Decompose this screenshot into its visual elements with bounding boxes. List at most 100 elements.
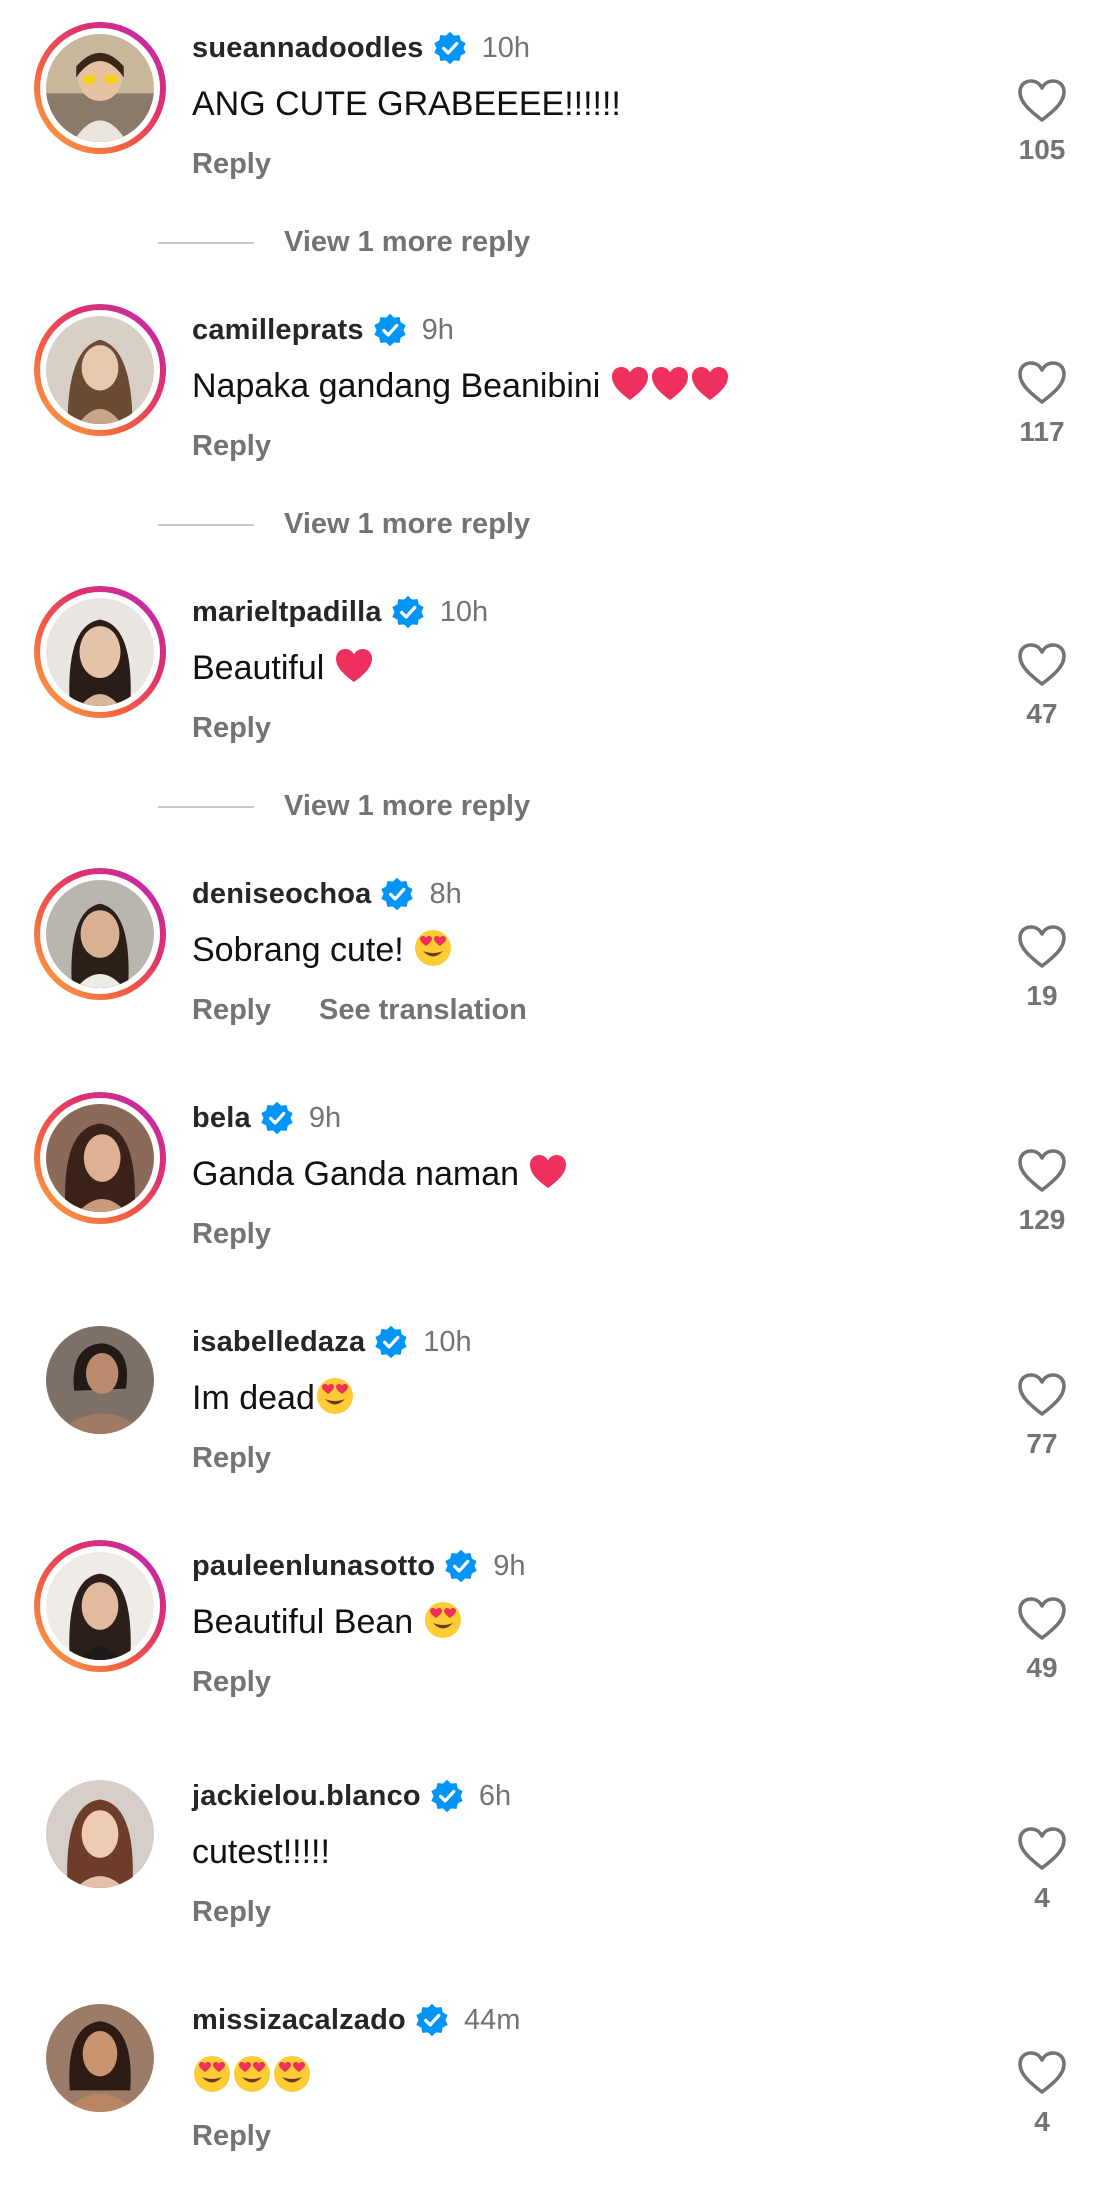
like-button[interactable]: 19: [1010, 924, 1074, 1012]
comment-username[interactable]: missizacalzado: [192, 2004, 406, 2037]
comment-text: Beautiful Bean: [192, 1600, 463, 1644]
comment-text: ANG CUTE GRABEEEE!!!!!!: [192, 82, 621, 126]
reply-button[interactable]: Reply: [192, 712, 271, 745]
avatar[interactable]: [34, 22, 166, 154]
like-button[interactable]: 105: [1010, 78, 1074, 166]
avatar[interactable]: [34, 1540, 166, 1672]
view-more-replies[interactable]: View 1 more reply: [158, 790, 530, 823]
comment-timestamp: 10h: [481, 31, 531, 64]
reply-button[interactable]: Reply: [192, 148, 271, 181]
avatar[interactable]: [34, 1092, 166, 1224]
heart-eyes-emoji-icon: [413, 928, 453, 968]
comment-text-content: Beautiful: [192, 649, 334, 687]
reply-button[interactable]: Reply: [192, 1442, 271, 1475]
like-button[interactable]: 47: [1010, 642, 1074, 730]
reply-button[interactable]: Reply: [192, 1218, 271, 1251]
like-count: 47: [1026, 698, 1058, 729]
comment-username[interactable]: marieltpadilla: [192, 596, 382, 629]
comment-item: camilleprats 9h Napaka gandang Beanibini…: [0, 304, 1120, 504]
verified-badge-icon: [259, 1100, 295, 1136]
heart-outline-icon[interactable]: [1017, 1372, 1067, 1418]
see-translation-button[interactable]: See translation: [319, 994, 527, 1027]
view-more-replies[interactable]: View 1 more reply: [158, 226, 530, 259]
comment-timestamp: 10h: [423, 1325, 472, 1358]
like-count: 117: [1019, 416, 1065, 447]
like-button[interactable]: 4: [1010, 1826, 1074, 1914]
heart-outline-icon[interactable]: [1017, 1148, 1067, 1194]
like-count: 4: [1034, 1882, 1050, 1913]
like-button[interactable]: 117: [1010, 360, 1074, 448]
avatar[interactable]: [46, 1780, 154, 1888]
heart-outline-icon[interactable]: [1017, 78, 1067, 124]
avatar[interactable]: [46, 1326, 154, 1434]
verified-badge-icon: [414, 2002, 450, 2038]
comment-username[interactable]: jackielou.blanco: [192, 1780, 421, 1813]
heart-outline-icon[interactable]: [1017, 2050, 1067, 2096]
reply-button[interactable]: Reply: [192, 430, 271, 463]
heart-outline-icon[interactable]: [1017, 642, 1067, 688]
comment-text-content: cutest!!!!!: [192, 1833, 330, 1871]
view-more-replies-label[interactable]: View 1 more reply: [284, 226, 530, 259]
verified-badge-icon: [443, 1548, 479, 1584]
reply-button[interactable]: Reply: [192, 994, 271, 1027]
avatar[interactable]: [34, 304, 166, 436]
comment-text: Sobrang cute!: [192, 928, 453, 972]
comment-item: jackielou.blanco 6h cutest!!!!! Reply 4: [0, 1770, 1120, 1970]
view-more-replies-label[interactable]: View 1 more reply: [284, 508, 530, 541]
heart-eyes-emoji-icon: [315, 1376, 355, 1416]
like-button[interactable]: 129: [1010, 1148, 1074, 1236]
view-more-replies[interactable]: View 1 more reply: [158, 508, 530, 541]
comment-item: deniseochoa 8h Sobrang cute! Reply See t…: [0, 868, 1120, 1068]
like-button[interactable]: 4: [1010, 2050, 1074, 2138]
avatar[interactable]: [34, 586, 166, 718]
like-count: 105: [1018, 134, 1066, 165]
comment-text-content: ANG CUTE GRABEEEE!!!!!!: [192, 85, 621, 123]
comment-text: cutest!!!!!: [192, 1830, 330, 1874]
comment-username[interactable]: bela: [192, 1102, 251, 1135]
divider-line: [158, 523, 254, 526]
comment-item: bela 9h Ganda Ganda naman Reply 129: [0, 1092, 1120, 1292]
comment-timestamp: 9h: [493, 1549, 526, 1582]
comment-timestamp: 8h: [429, 877, 462, 910]
comment-item: sueannadoodles 10h ANG CUTE GRABEEEE!!!!…: [0, 22, 1120, 222]
comment-timestamp: 6h: [478, 1779, 512, 1812]
verified-badge-icon: [373, 1324, 409, 1360]
reply-button[interactable]: Reply: [192, 2120, 271, 2153]
divider-line: [158, 805, 254, 808]
comment-username[interactable]: deniseochoa: [192, 878, 371, 911]
verified-badge-icon: [372, 312, 408, 348]
comment-username[interactable]: pauleenlunasotto: [192, 1550, 435, 1583]
comment-username[interactable]: camilleprats: [192, 314, 364, 347]
comment-text-content: Sobrang cute!: [192, 931, 414, 969]
avatar[interactable]: [46, 2004, 154, 2112]
heart-emoji-icon: [334, 646, 374, 686]
heart-outline-icon[interactable]: [1017, 1596, 1067, 1642]
verified-badge-icon: [390, 594, 426, 630]
like-button[interactable]: 49: [1010, 1596, 1074, 1684]
like-button[interactable]: 77: [1010, 1372, 1074, 1460]
comment-timestamp: 9h: [308, 1101, 342, 1134]
heart-outline-icon[interactable]: [1017, 924, 1067, 970]
comment-timestamp: 9h: [421, 313, 454, 346]
comment-username[interactable]: sueannadoodles: [192, 32, 424, 65]
comment-text-content: Napaka gandang Beanibini: [192, 367, 610, 405]
heart-eyes-emoji-icon: [232, 2054, 272, 2094]
reply-button[interactable]: Reply: [192, 1666, 271, 1699]
like-count: 77: [1026, 1428, 1058, 1459]
heart-eyes-emoji-icon: [192, 2054, 232, 2094]
like-count: 49: [1026, 1652, 1058, 1683]
heart-outline-icon[interactable]: [1017, 1826, 1067, 1872]
divider-line: [158, 241, 254, 244]
comment-text: Napaka gandang Beanibini: [192, 364, 730, 408]
comment-username[interactable]: isabelledaza: [192, 1326, 365, 1359]
like-count: 19: [1026, 980, 1058, 1011]
reply-button[interactable]: Reply: [192, 1896, 271, 1929]
comments-list: sueannadoodles 10h ANG CUTE GRABEEEE!!!!…: [0, 0, 1120, 2190]
like-count: 129: [1018, 1204, 1066, 1235]
view-more-replies-label[interactable]: View 1 more reply: [284, 790, 530, 823]
avatar[interactable]: [34, 868, 166, 1000]
heart-outline-icon[interactable]: [1017, 360, 1067, 406]
comment-item: isabelledaza 10h Im dead Reply 77: [0, 1316, 1120, 1516]
heart-eyes-emoji-icon: [272, 2054, 312, 2094]
comment-text-content: Im dead: [192, 1379, 315, 1417]
